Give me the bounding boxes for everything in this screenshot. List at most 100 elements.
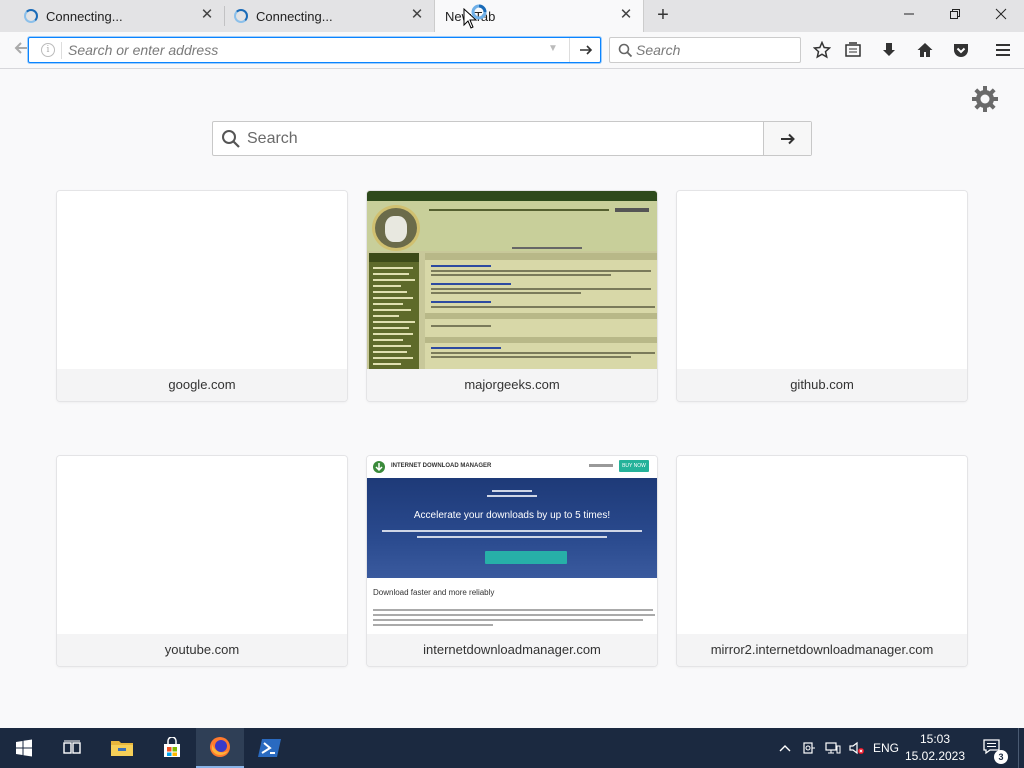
gear-icon bbox=[972, 86, 998, 112]
windows-taskbar: ENG 15:03 15.02.2023 3 bbox=[0, 728, 1024, 768]
powershell-icon bbox=[258, 739, 281, 757]
tile-thumbnail-idm: INTERNET DOWNLOAD MANAGER BUY NOW Accele… bbox=[367, 456, 657, 634]
newtab-search-submit-button[interactable] bbox=[763, 122, 811, 155]
tab-connecting-1[interactable]: Connecting... ✕ bbox=[0, 0, 224, 32]
tab-close-icon[interactable]: ✕ bbox=[200, 7, 214, 22]
powershell-button[interactable] bbox=[246, 728, 294, 768]
tile-label: google.com bbox=[57, 369, 347, 401]
majorgeeks-logo-icon bbox=[372, 205, 420, 251]
minimize-icon bbox=[904, 13, 914, 15]
clock[interactable]: 15:03 15.02.2023 bbox=[903, 731, 967, 765]
minimize-button[interactable] bbox=[886, 0, 932, 30]
tab-title: Connecting... bbox=[256, 9, 333, 24]
tab-title: Connecting... bbox=[46, 9, 123, 24]
customize-new-tab-button[interactable] bbox=[971, 85, 999, 113]
bookmarks-list-icon bbox=[845, 42, 861, 57]
top-site-tile-google[interactable]: google.com bbox=[57, 191, 347, 401]
loading-spinner-icon bbox=[24, 9, 38, 23]
tile-thumbnail bbox=[677, 456, 967, 634]
downloads-button[interactable] bbox=[877, 38, 901, 62]
go-arrow-icon bbox=[780, 133, 795, 145]
bookmark-star-button[interactable] bbox=[810, 38, 834, 62]
newtab-search-box[interactable] bbox=[212, 121, 812, 156]
language-indicator[interactable]: ENG bbox=[871, 728, 901, 768]
tab-connecting-2[interactable]: Connecting... ✕ bbox=[226, 0, 434, 32]
clock-date: 15.02.2023 bbox=[904, 749, 966, 763]
windows-start-icon bbox=[16, 739, 32, 757]
bookmarks-menu-button[interactable] bbox=[841, 38, 865, 62]
task-view-icon bbox=[63, 740, 81, 754]
idm-subheadline: Download faster and more reliably bbox=[373, 588, 495, 597]
tile-thumbnail-majorgeeks bbox=[367, 191, 657, 369]
tab-strip: Connecting... ✕ Connecting... ✕ New Tab … bbox=[0, 0, 1024, 32]
action-center-button[interactable]: 3 bbox=[978, 728, 1008, 768]
tile-label: mirror2.internetdownloadmanager.com bbox=[677, 634, 967, 666]
show-hidden-icons-button[interactable] bbox=[774, 728, 796, 768]
restore-button[interactable] bbox=[932, 0, 978, 30]
address-bar[interactable]: i ▼ bbox=[28, 37, 601, 63]
show-desktop-button[interactable] bbox=[1018, 728, 1024, 768]
new-tab-button[interactable]: + bbox=[652, 5, 674, 27]
star-icon bbox=[813, 41, 831, 59]
search-input[interactable] bbox=[636, 41, 786, 59]
top-site-tile-youtube[interactable]: youtube.com bbox=[57, 456, 347, 666]
clock-time: 15:03 bbox=[919, 732, 951, 746]
open-menu-button[interactable] bbox=[991, 38, 1015, 62]
url-separator bbox=[61, 42, 62, 59]
home-button[interactable] bbox=[913, 38, 937, 62]
firefox-icon bbox=[210, 737, 230, 757]
top-site-tile-github[interactable]: github.com bbox=[677, 191, 967, 401]
tile-label: github.com bbox=[677, 369, 967, 401]
tray-device-button[interactable] bbox=[798, 728, 820, 768]
search-bar[interactable] bbox=[609, 37, 801, 63]
history-dropdown-icon[interactable]: ▼ bbox=[548, 43, 558, 54]
go-arrow-icon bbox=[579, 45, 592, 55]
home-icon bbox=[917, 43, 933, 57]
tile-label: majorgeeks.com bbox=[367, 369, 657, 401]
top-site-tile-majorgeeks[interactable]: majorgeeks.com bbox=[367, 191, 657, 401]
top-site-tile-mirror2-idm[interactable]: mirror2.internetdownloadmanager.com bbox=[677, 456, 967, 666]
site-info-icon[interactable]: i bbox=[41, 43, 55, 57]
file-explorer-icon bbox=[111, 741, 133, 756]
tab-separator bbox=[224, 6, 225, 26]
close-window-button[interactable] bbox=[978, 0, 1024, 30]
volume-muted-icon bbox=[849, 741, 864, 755]
search-icon bbox=[618, 43, 633, 58]
network-button[interactable] bbox=[822, 728, 844, 768]
network-icon bbox=[825, 742, 841, 754]
device-icon bbox=[803, 742, 815, 754]
idm-headline: Accelerate your downloads by up to 5 tim… bbox=[413, 510, 611, 521]
tile-thumbnail bbox=[57, 456, 347, 634]
idm-cta-text: BUY NOW bbox=[619, 460, 649, 472]
file-explorer-button[interactable] bbox=[98, 728, 146, 768]
notification-count-badge: 3 bbox=[994, 750, 1008, 764]
tile-thumbnail bbox=[57, 191, 347, 369]
pocket-button[interactable] bbox=[949, 38, 973, 62]
search-icon bbox=[222, 130, 240, 148]
go-button[interactable] bbox=[569, 38, 601, 62]
firefox-taskbar-button[interactable] bbox=[196, 728, 244, 768]
task-view-button[interactable] bbox=[48, 728, 96, 768]
hamburger-menu-icon bbox=[996, 44, 1010, 56]
tile-label: internetdownloadmanager.com bbox=[367, 634, 657, 666]
start-button[interactable] bbox=[0, 728, 48, 768]
tab-close-icon[interactable]: ✕ bbox=[410, 7, 424, 22]
download-arrow-icon bbox=[883, 43, 895, 56]
url-input[interactable] bbox=[68, 41, 538, 59]
idm-logo-icon bbox=[373, 461, 385, 473]
tile-label: youtube.com bbox=[57, 634, 347, 666]
busy-spinner-icon bbox=[471, 4, 487, 20]
tab-close-icon[interactable]: ✕ bbox=[619, 7, 633, 22]
navigation-toolbar: i ▼ bbox=[0, 32, 1024, 69]
close-icon bbox=[995, 8, 1007, 20]
top-site-tile-internetdownloadmanager[interactable]: INTERNET DOWNLOAD MANAGER BUY NOW Accele… bbox=[367, 456, 657, 666]
restore-icon bbox=[950, 9, 960, 19]
tile-thumbnail bbox=[677, 191, 967, 369]
volume-button[interactable] bbox=[846, 728, 868, 768]
idm-brand-text: INTERNET DOWNLOAD MANAGER bbox=[391, 463, 492, 469]
store-button[interactable] bbox=[148, 728, 196, 768]
newtab-search-input[interactable] bbox=[247, 129, 747, 149]
pocket-icon bbox=[954, 44, 968, 57]
loading-spinner-icon bbox=[234, 9, 248, 23]
chevron-up-icon bbox=[779, 745, 791, 752]
